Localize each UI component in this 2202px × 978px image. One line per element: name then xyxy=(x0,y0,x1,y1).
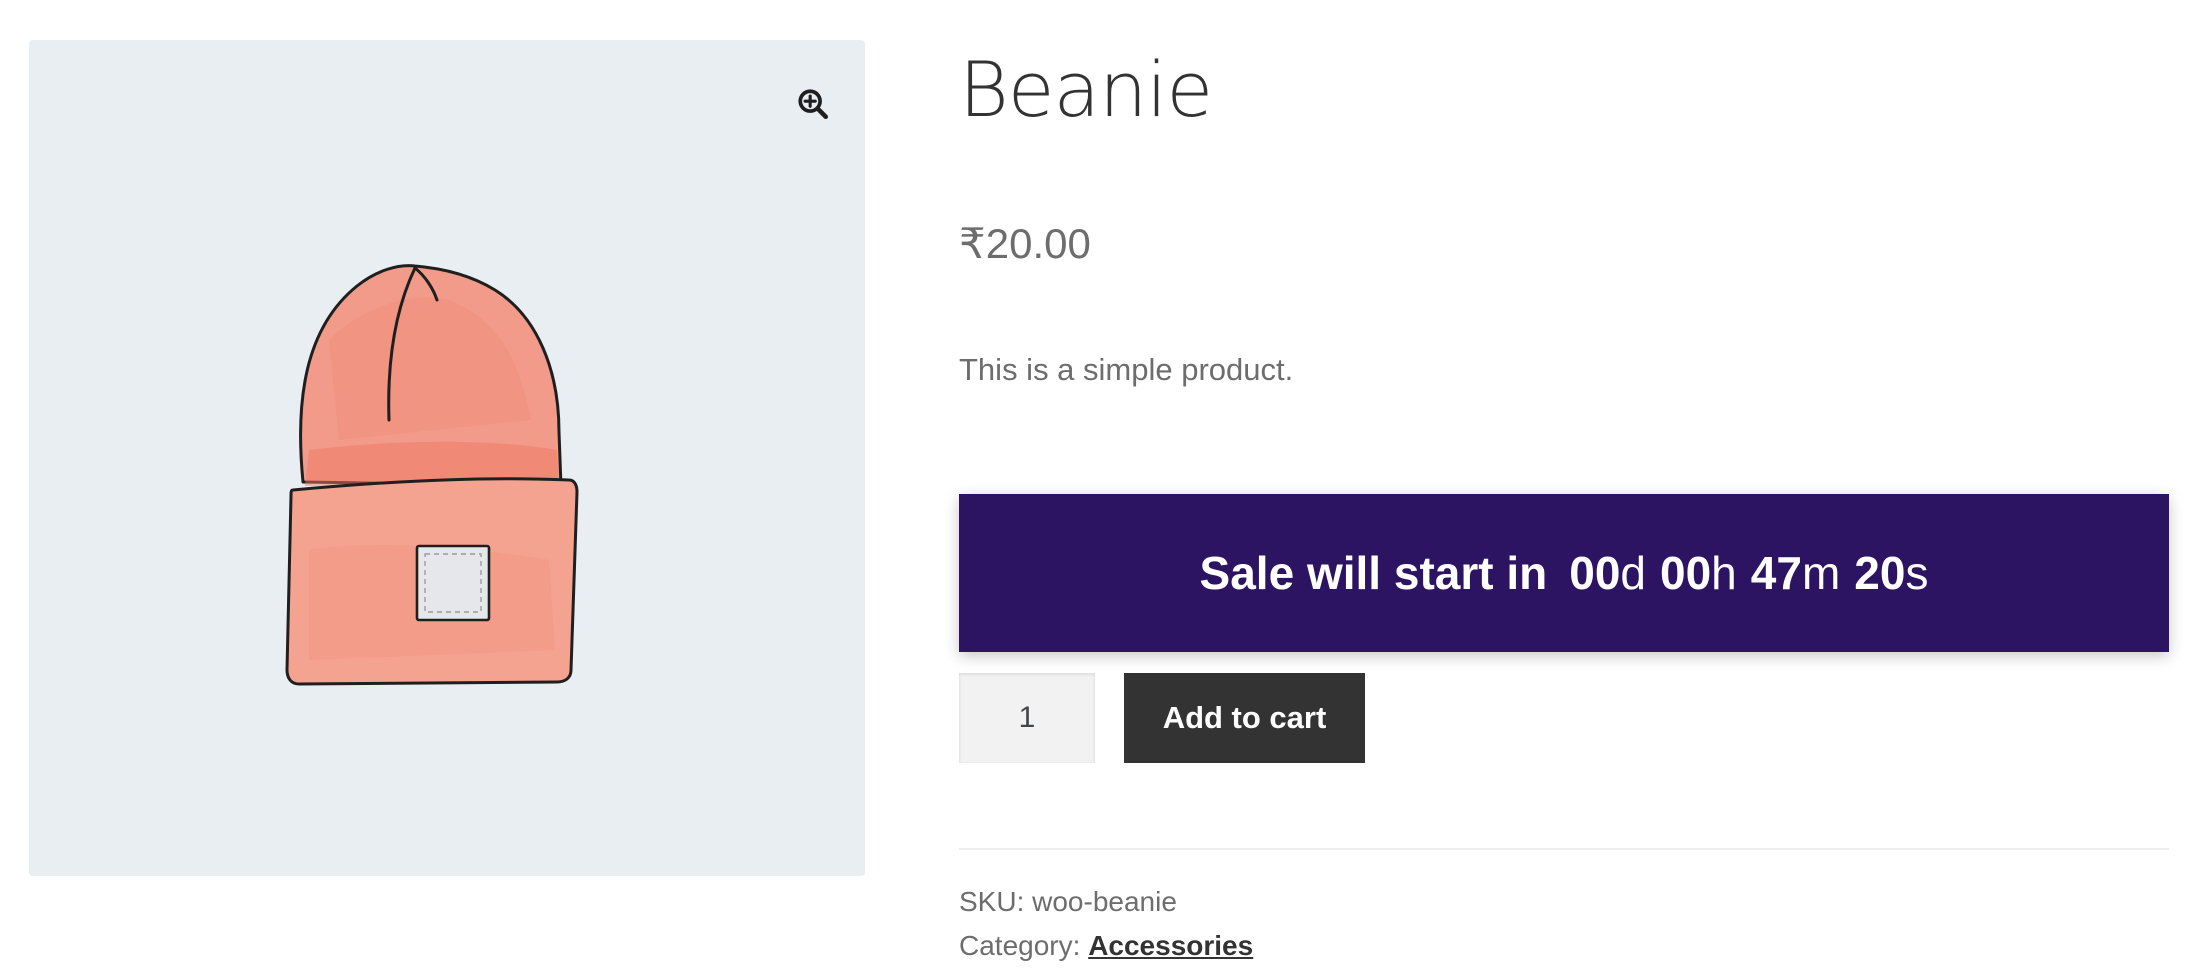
countdown-days-unit: d xyxy=(1620,547,1646,599)
beanie-product-image xyxy=(285,264,579,686)
countdown-minutes-value: 47 xyxy=(1750,547,1802,599)
countdown-minutes-unit: m xyxy=(1801,547,1841,599)
countdown-days-value: 00 xyxy=(1569,547,1621,599)
product-page: Beanie ₹20.00 This is a simple product. … xyxy=(0,0,2202,978)
countdown-lead-text: Sale will start in xyxy=(1199,547,1548,599)
add-to-cart-button[interactable]: Add to cart xyxy=(1124,673,1365,763)
magnifier-zoom-in-icon xyxy=(798,89,829,120)
sku-value: woo-beanie xyxy=(1032,886,1177,917)
sku-label: SKU: xyxy=(959,886,1025,917)
meta-divider xyxy=(959,848,2169,850)
product-price: ₹20.00 xyxy=(959,220,1091,267)
zoom-icon[interactable] xyxy=(789,80,837,128)
product-category: Category: Accessories xyxy=(959,926,1253,966)
category-link-accessories[interactable]: Accessories xyxy=(1088,930,1253,961)
product-sku: SKU: woo-beanie xyxy=(959,882,1177,922)
countdown-seconds-unit: s xyxy=(1905,547,1929,599)
product-short-description: This is a simple product. xyxy=(959,352,1294,387)
quantity-input[interactable] xyxy=(959,673,1095,763)
countdown-seconds-value: 20 xyxy=(1854,547,1906,599)
sale-countdown-banner: Sale will start in 00 d 00 h 47 m 20 s xyxy=(959,494,2169,652)
product-title: Beanie xyxy=(959,45,1213,134)
product-image-gallery[interactable] xyxy=(29,40,865,876)
category-label: Category: xyxy=(959,930,1081,961)
countdown-hours-value: 00 xyxy=(1660,547,1712,599)
countdown-hours-unit: h xyxy=(1711,547,1737,599)
